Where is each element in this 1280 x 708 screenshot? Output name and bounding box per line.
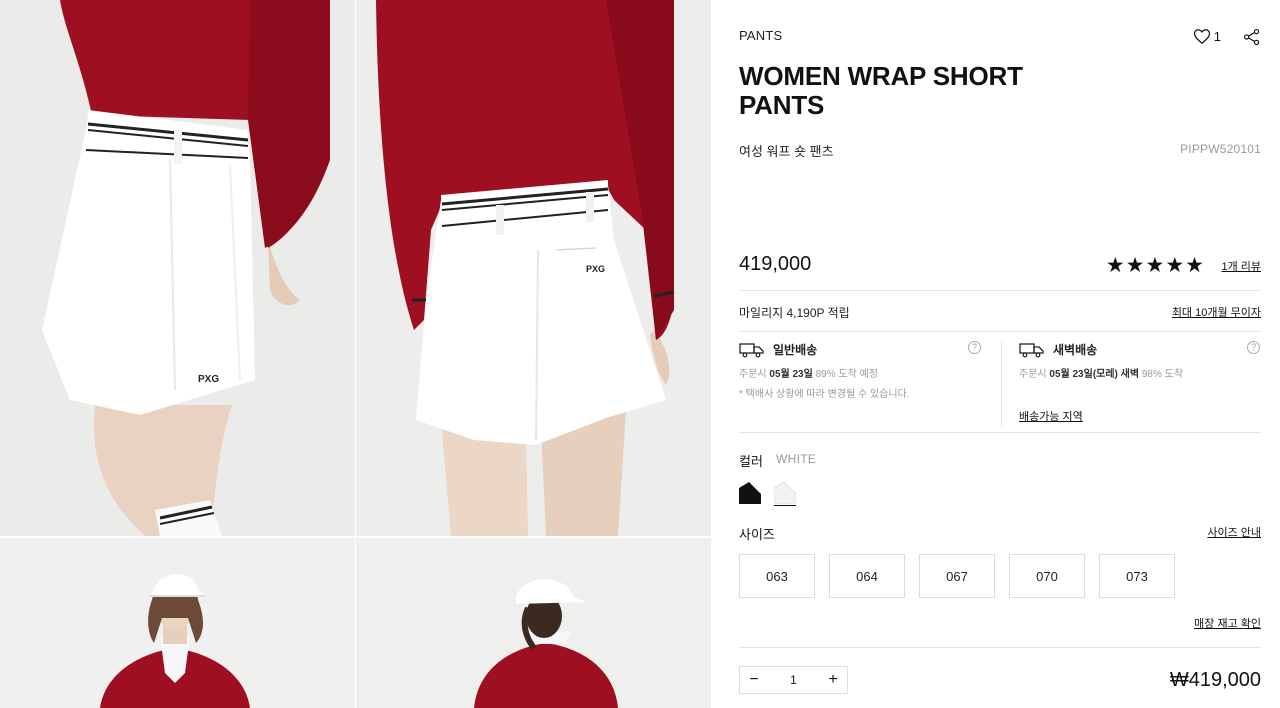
total-price: ₩419,000 — [1169, 669, 1261, 691]
quantity-stepper: − 1 + — [739, 666, 848, 694]
color-swatch-black[interactable] — [739, 482, 761, 504]
shipping-normal-title: 일반배송 — [773, 343, 818, 357]
product-title: WOMEN WRAP SHORT PANTS — [739, 61, 1023, 120]
product-subtitle: 여성 워프 숏 팬츠 — [739, 144, 834, 159]
shipping-normal: 일반배송 ? 주문시 05월 23일 89% 도착 예정 * 택배사 상황에 따… — [739, 341, 1000, 431]
wish-count: 1 — [1213, 29, 1221, 44]
decrease-quantity-button[interactable]: − — [740, 667, 768, 693]
truck-icon — [1019, 342, 1044, 357]
divider — [739, 331, 1261, 332]
product-photo-model-front[interactable] — [0, 538, 355, 708]
delivery-area-link[interactable]: 배송가능 지역 — [1019, 408, 1083, 424]
color-label: 컬러 — [739, 454, 763, 469]
quantity-value[interactable]: 1 — [790, 673, 797, 687]
product-photo-side-view[interactable]: PXG — [0, 0, 355, 536]
shipping-normal-eta: 주문시 05월 23일 89% 도착 예정 — [739, 369, 878, 380]
installment-link[interactable]: 최대 10개월 무이자 — [1172, 304, 1261, 320]
size-label: 사이즈 — [739, 527, 775, 542]
shipping-dawn-title: 새벽배송 — [1053, 343, 1098, 357]
product-category[interactable]: PANTS — [739, 28, 782, 43]
model-back-illustration — [474, 579, 618, 708]
product-photo-model-back[interactable] — [356, 538, 711, 708]
back-view-illustration: PXG — [376, 0, 675, 536]
heart-icon — [1193, 29, 1210, 45]
size-option-064[interactable]: 064 — [829, 554, 905, 598]
shipping-dawn: 새벽배송 ? 주문시 05월 23일(모레) 새벽 98% 도착 배송가능 지역 — [1001, 341, 1262, 427]
size-option-073[interactable]: 073 — [1099, 554, 1175, 598]
share-icon[interactable] — [1243, 28, 1261, 46]
product-photo-back-view[interactable]: PXG — [356, 0, 711, 536]
rating-stars: ★★★★★ — [1105, 254, 1205, 277]
store-stock-link[interactable]: 매장 재고 확인 — [1194, 615, 1261, 631]
divider — [739, 432, 1261, 433]
review-link[interactable]: 1개 리뷰 — [1221, 258, 1261, 274]
svg-text:PXG: PXG — [198, 374, 219, 385]
size-guide-link[interactable]: 사이즈 안내 — [1207, 524, 1261, 540]
product-price: 419,000 — [739, 253, 812, 275]
product-info-panel: PANTS 1 WOMEN WRAP SHORT PANTS 여성 워프 숏 팬… — [739, 0, 1261, 708]
svg-text:PXG: PXG — [586, 264, 605, 274]
truck-icon — [739, 342, 764, 357]
size-option-063[interactable]: 063 — [739, 554, 815, 598]
question-icon[interactable]: ? — [968, 341, 981, 354]
size-options: 063 064 067 070 073 — [739, 554, 1175, 598]
side-view-illustration: PXG — [42, 0, 330, 536]
color-value: WHITE — [776, 452, 817, 466]
product-gallery: PXG PXG — [0, 0, 711, 708]
selected-swatch-indicator — [774, 505, 796, 506]
model-front-illustration — [100, 574, 250, 708]
swatch-black-icon — [739, 482, 761, 504]
product-code: PIPPW520101 — [1180, 142, 1261, 156]
question-icon[interactable]: ? — [1247, 341, 1260, 354]
mileage-text: 마일리지 4,190P 적립 — [739, 306, 850, 320]
color-swatch-white[interactable] — [774, 482, 796, 504]
increase-quantity-button[interactable]: + — [819, 667, 847, 693]
wish-button[interactable]: 1 — [1193, 28, 1221, 45]
divider — [739, 290, 1261, 291]
swatch-white-icon — [774, 482, 796, 504]
size-option-067[interactable]: 067 — [919, 554, 995, 598]
divider — [739, 647, 1261, 648]
shipping-normal-note: * 택배사 상황에 따라 변경될 수 있습니다. — [739, 389, 910, 400]
shipping-dawn-eta: 주문시 05월 23일(모레) 새벽 98% 도착 — [1019, 369, 1184, 380]
size-option-070[interactable]: 070 — [1009, 554, 1085, 598]
